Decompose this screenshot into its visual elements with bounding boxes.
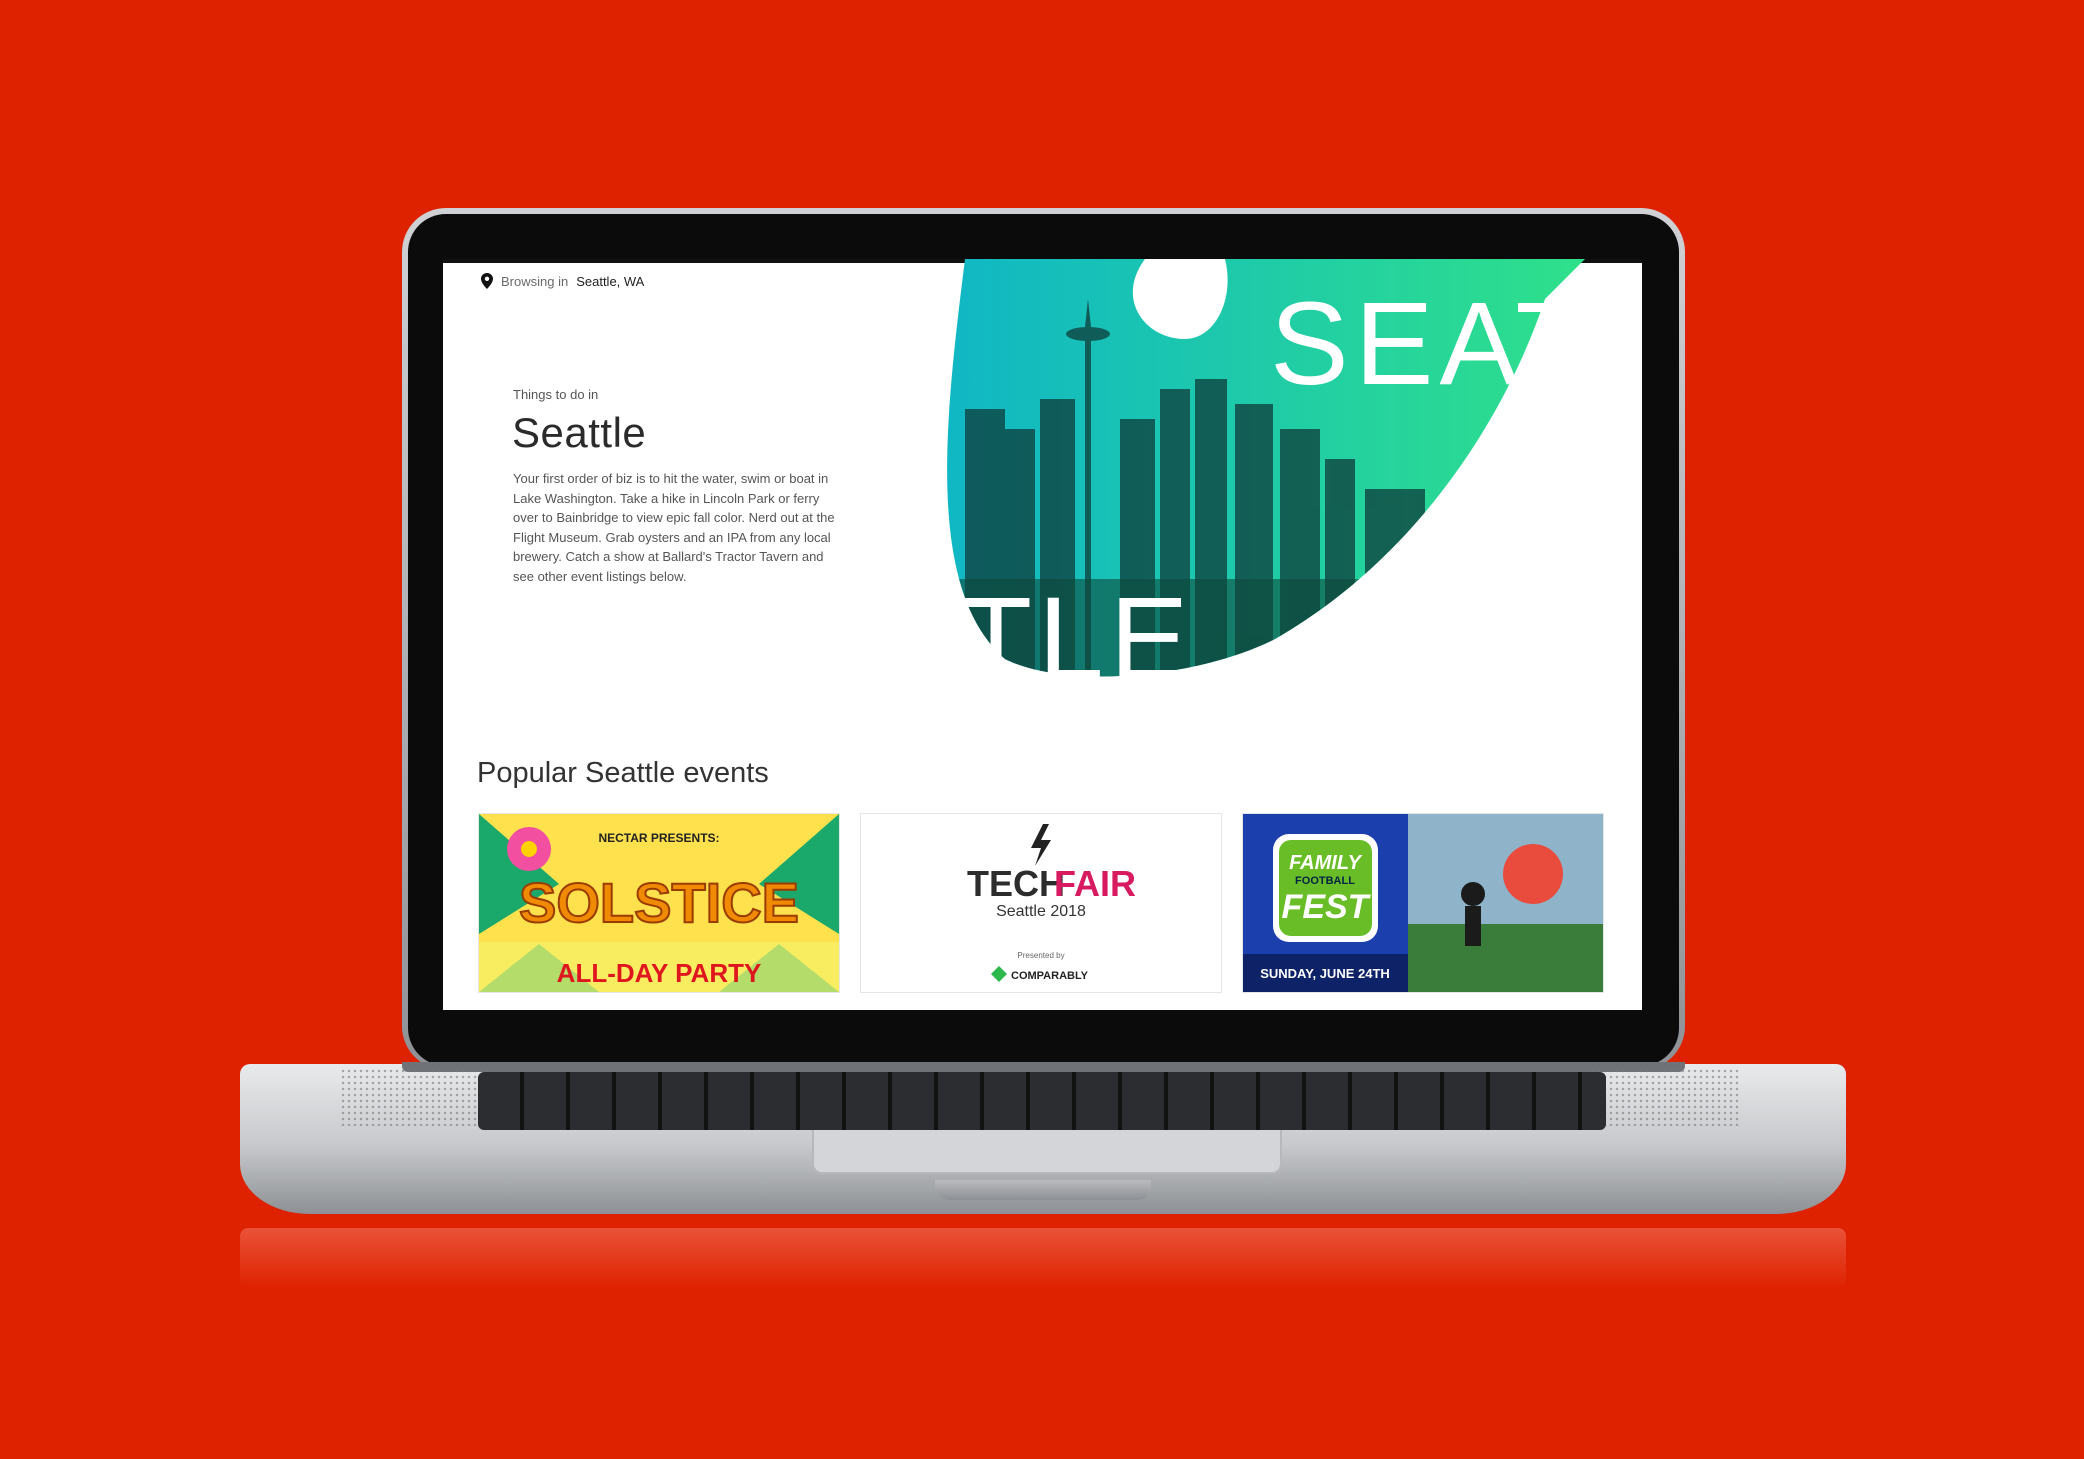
solstice-top-text: NECTAR PRESENTS: (598, 831, 719, 845)
solstice-main-text: SOLSTICE (519, 871, 799, 934)
event-card-family-football-fest[interactable]: FAMILY FOOTBALL FEST SUNDAY, JUNE 24TH (1242, 813, 1604, 993)
hero-city-title: Seattle (512, 409, 647, 456)
seattle-hero-art: SEAT TLE (947, 259, 1585, 679)
location-bar[interactable]: Browsing in Seattle, WA (481, 273, 644, 289)
event-card-solstice[interactable]: NECTAR PRESENTS: SOLSTICE ALL-DAY PARTY (478, 813, 840, 993)
football-fest-artwork: FAMILY FOOTBALL FEST SUNDAY, JUNE 24TH (1243, 814, 1603, 992)
techfair-tech-text: TECH (967, 863, 1065, 904)
fest-line3-text: FEST (1282, 888, 1372, 926)
techfair-sponsor-text: COMPARABLY (1011, 970, 1089, 982)
right-speaker-grille (1590, 1068, 1740, 1126)
event-card-techfair[interactable]: TECH FAIR Seattle 2018 Presented by COMP… (860, 813, 1222, 993)
techfair-presented-text: Presented by (1017, 951, 1064, 960)
fest-date-text: SUNDAY, JUNE 24TH (1260, 966, 1390, 981)
hero-description: Your first order of biz is to hit the wa… (513, 471, 835, 584)
location-prefix: Browsing in (501, 273, 569, 289)
fest-line1-text: FAMILY (1289, 852, 1363, 874)
laptop-keyboard (478, 1072, 1606, 1130)
popular-events-heading: Popular Seattle events (477, 757, 769, 789)
bolt-icon (1031, 824, 1051, 866)
solstice-sub-text: ALL-DAY PARTY (557, 958, 762, 988)
location-city[interactable]: Seattle, WA (576, 274, 644, 289)
location-pin-icon (481, 273, 493, 289)
left-speaker-grille (340, 1068, 490, 1126)
techfair-sub-text: Seattle 2018 (996, 903, 1086, 920)
laptop-hinge (402, 1062, 1685, 1072)
laptop-trackpad (812, 1130, 1282, 1174)
browser-screen: Browsing in Seattle, WA Things to do in … (443, 259, 1642, 1010)
solstice-artwork: NECTAR PRESENTS: SOLSTICE ALL-DAY PARTY (479, 814, 839, 992)
techfair-fair-text: FAIR (1054, 863, 1136, 904)
hero-art-top-text: SEAT (1270, 278, 1585, 410)
comparably-logo-icon (991, 966, 1007, 982)
laptop-front-notch (935, 1180, 1151, 1200)
hero-eyebrow: Things to do in (513, 387, 599, 402)
laptop-reflection (240, 1228, 1846, 1288)
hero-art-bottom-text: TLE (960, 573, 1194, 679)
fest-line2-text: FOOTBALL (1295, 875, 1355, 887)
techfair-artwork: TECH FAIR Seattle 2018 Presented by COMP… (967, 824, 1136, 982)
